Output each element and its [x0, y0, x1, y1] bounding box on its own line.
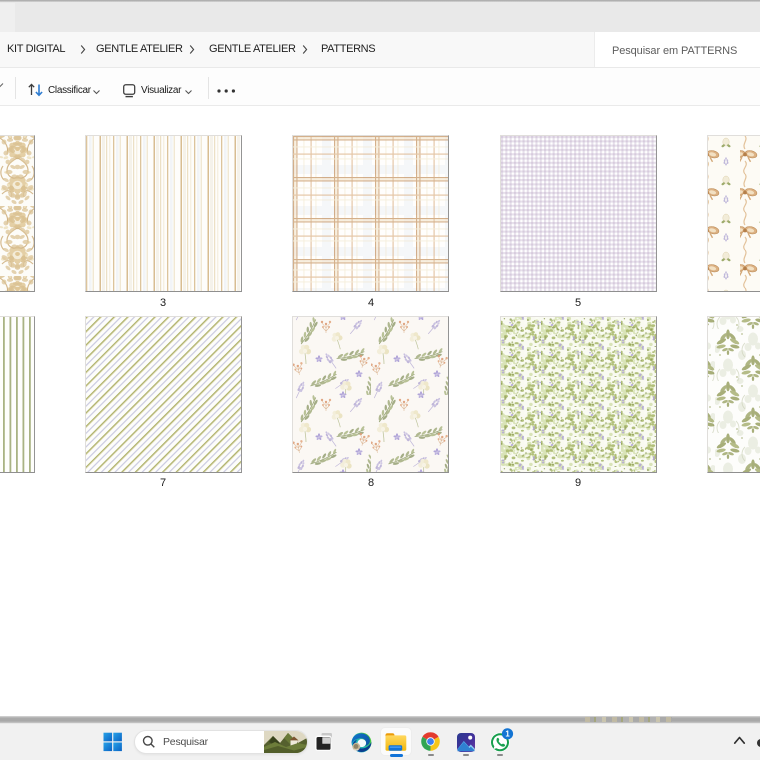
svg-text:1: 1: [505, 729, 510, 738]
